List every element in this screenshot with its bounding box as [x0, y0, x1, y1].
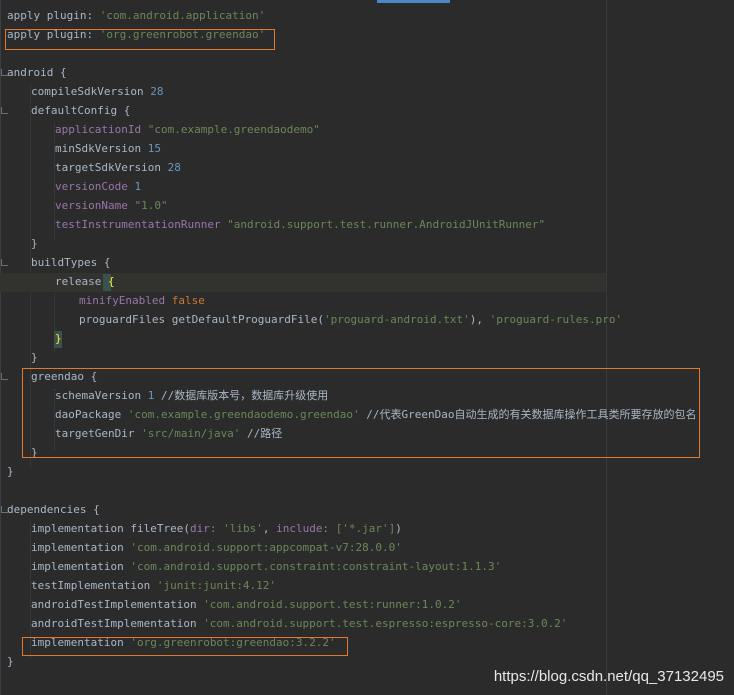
highlight-box-greendao [22, 368, 700, 458]
code-line: testImplementation 'junit:junit:4.12' [31, 579, 277, 592]
watermark: https://blog.csdn.net/qq_37132495 [493, 668, 724, 685]
code-line: dependencies { [7, 503, 100, 516]
code-line: release { [55, 275, 115, 288]
code-line: testInstrumentationRunner "android.suppo… [55, 218, 546, 231]
code-line: implementation 'com.android.support.cons… [31, 560, 502, 573]
code-line: compileSdkVersion 28 [31, 85, 164, 98]
code-line: buildTypes { [31, 256, 111, 269]
code-line: defaultConfig { [31, 104, 131, 117]
active-tab-indicator [377, 0, 450, 3]
code-line: versionCode 1 [55, 180, 142, 193]
highlight-box-dependency [22, 637, 348, 656]
code-line: } [7, 655, 14, 668]
code-line: } [31, 237, 38, 250]
code-line: minSdkVersion 15 [55, 142, 161, 155]
code-line: versionName "1.0" [55, 199, 168, 212]
code-line: implementation 'com.android.support:appc… [31, 541, 402, 554]
highlight-box-plugin [5, 29, 275, 50]
gutter-divider [0, 0, 1, 695]
code-line: androidTestImplementation 'com.android.s… [31, 617, 568, 630]
code-line: targetSdkVersion 28 [55, 161, 181, 174]
code-editor[interactable]: apply plugin: 'com.android.application' … [0, 0, 734, 695]
code-line: minifyEnabled false [79, 294, 205, 307]
code-line: } [55, 332, 62, 345]
code-line: } [7, 465, 14, 478]
code-line: apply plugin: 'com.android.application' [7, 9, 266, 22]
code-line: android { [7, 66, 67, 79]
fold-marker-icon[interactable] [1, 373, 8, 380]
code-line: applicationId "com.example.greendaodemo" [55, 123, 320, 136]
fold-marker-icon[interactable] [1, 107, 8, 114]
code-line: proguardFiles getDefaultProguardFile('pr… [79, 313, 623, 326]
code-line: implementation fileTree(dir: 'libs', inc… [31, 522, 402, 535]
fold-marker-icon[interactable] [1, 259, 8, 266]
code-line: androidTestImplementation 'com.android.s… [31, 598, 462, 611]
right-margin-guide [606, 0, 607, 695]
code-line: } [31, 351, 38, 364]
